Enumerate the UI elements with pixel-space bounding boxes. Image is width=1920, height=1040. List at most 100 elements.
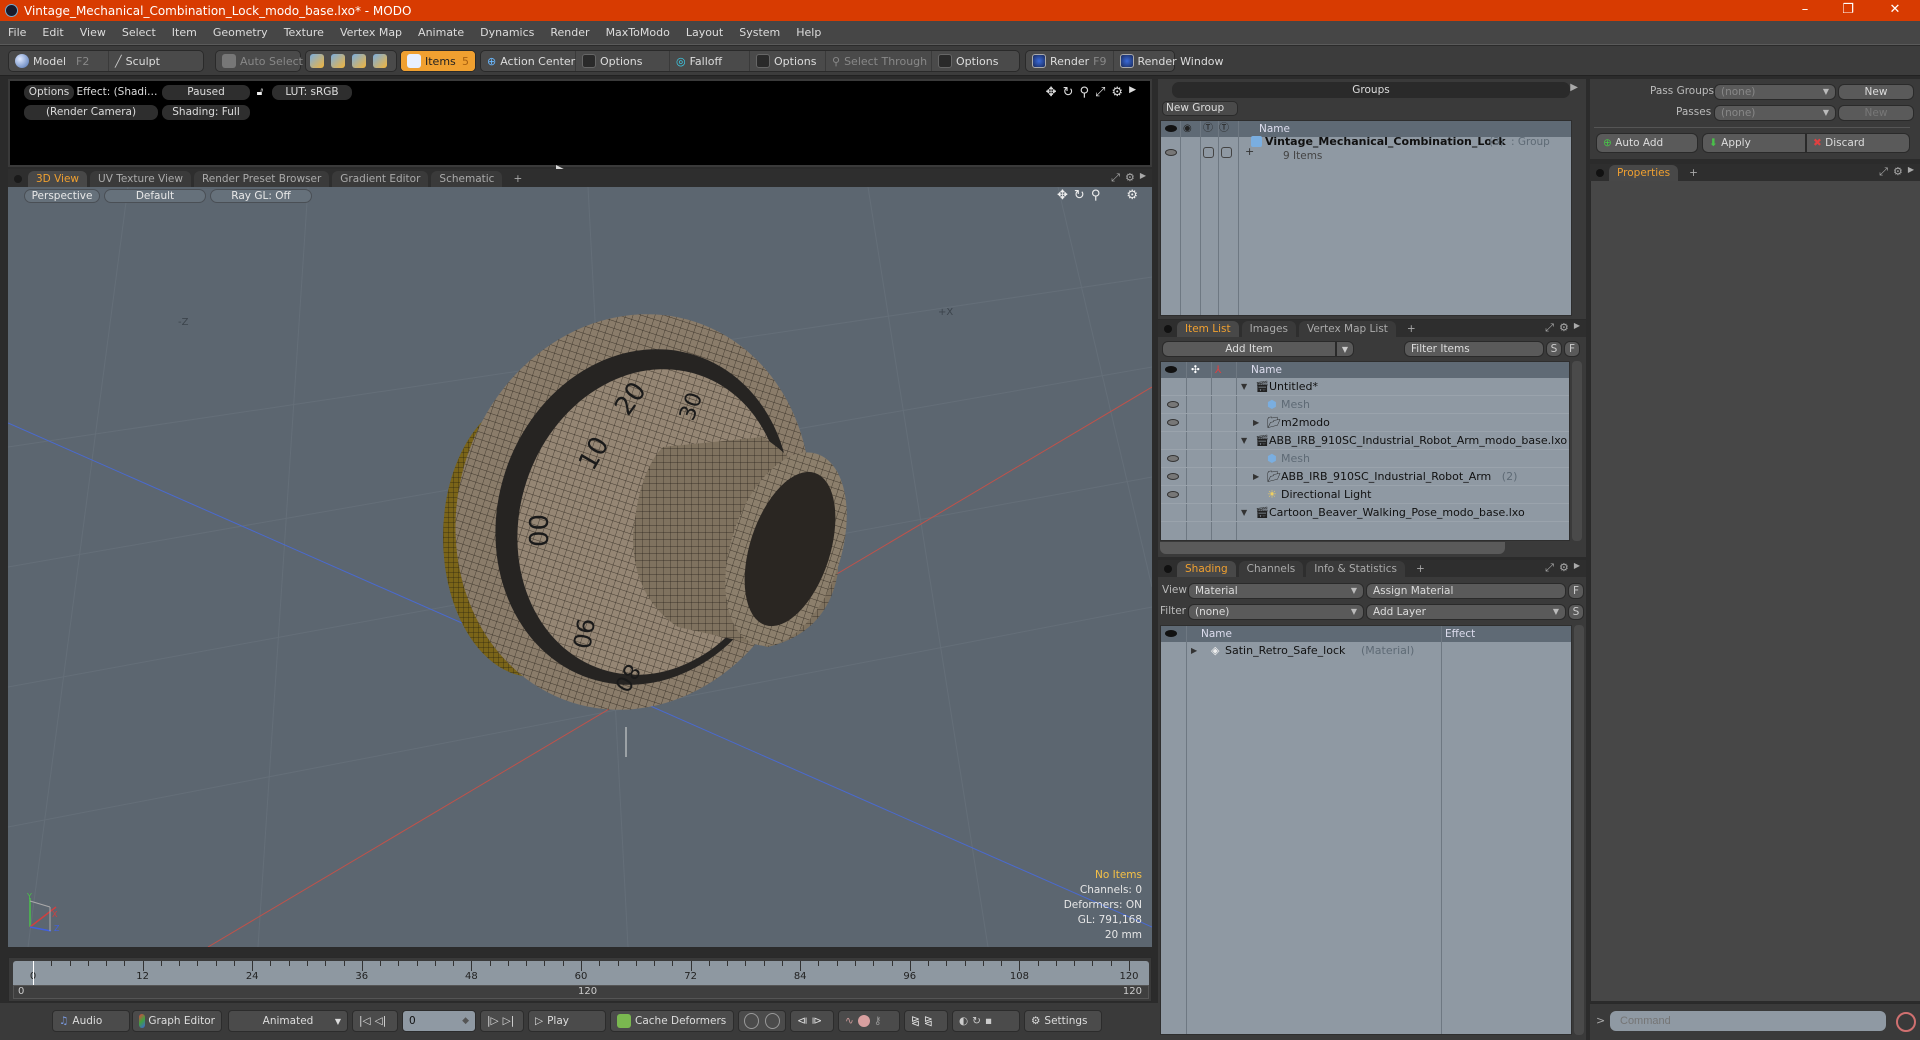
lut-dropdown[interactable]: LUT: sRGB [272,85,352,100]
expand-arrow-icon[interactable]: ▶ [1574,321,1580,335]
menu-animate[interactable]: Animate [410,26,472,39]
zoom-icon[interactable]: ⚲ [1091,188,1101,203]
visibility-eye-icon[interactable] [1167,491,1179,498]
item-list-row[interactable]: ▼ 🎬︎ Untitled* [1161,378,1569,396]
pan-icon[interactable]: ✥ [1046,85,1057,100]
record-macro-icon[interactable] [1896,1012,1916,1032]
maximize-icon[interactable]: ⤢ [1095,85,1105,100]
step-forward-icon[interactable]: |▷ [487,1015,499,1027]
group-row[interactable]: + Vintage_Mechanical_Combination_Lock (3… [1161,135,1571,171]
menu-system[interactable]: System [731,26,788,39]
tab-3d-view[interactable]: 3D View [28,171,88,187]
item-list[interactable]: ✣ ⅄ Name ▼ 🎬︎ Untitled* ⬢ Mesh ▶ 📂︎ m2modo ▼ 🎬︎ AB… [1160,361,1570,541]
add-item-dropdown[interactable]: ▼ [1336,341,1354,357]
gear-icon[interactable]: ⚙ [1111,85,1123,100]
prev-keyframe-icon[interactable]: ⧏ [797,1015,808,1027]
s-toggle-button[interactable]: S [1568,604,1584,620]
restore-button[interactable]: ❐ [1828,0,1868,21]
add-item-button[interactable]: Add Item [1162,341,1336,357]
menu-vertex-map[interactable]: Vertex Map [332,26,410,39]
expand-arrow-icon[interactable]: ▶ [1574,561,1580,575]
render-camera-dropdown[interactable]: (Render Camera) [24,105,158,120]
item-list-row[interactable]: ⬢ Mesh [1161,450,1569,468]
item-list-vertical-scrollbar[interactable] [1572,361,1582,541]
menu-item[interactable]: Item [164,26,205,39]
visibility-eye-icon[interactable] [1167,455,1179,462]
menu-texture[interactable]: Texture [276,26,332,39]
visibility-eye-icon[interactable] [1167,401,1179,408]
maximize-icon[interactable]: ⤢ [1879,165,1888,179]
item-list-row[interactable]: ⬢ Mesh [1161,396,1569,414]
f-toggle-button[interactable]: F [1564,341,1580,357]
pass-groups-dropdown[interactable]: (none) ▼ [1714,84,1836,100]
animated-dropdown[interactable]: Animated ▼ [228,1010,348,1032]
add-tab-button[interactable]: + [505,171,530,187]
cache-deformers-button[interactable]: Cache Deformers [610,1010,734,1032]
select-column-icon[interactable]: Ⓣ [1219,121,1229,137]
maximize-icon[interactable]: ⤢ [1545,321,1554,335]
filter-items-input[interactable]: Filter Items [1404,341,1544,357]
item-list-horizontal-scrollbar[interactable] [1160,542,1505,554]
sculpt-mode-button[interactable]: ╱ Sculpt [109,51,166,71]
gear-icon[interactable]: ⚙ [1125,171,1135,185]
tab-gradient-editor[interactable]: Gradient Editor [332,171,429,187]
preview-options-button[interactable]: Options [24,85,74,100]
minimize-button[interactable]: – [1785,0,1825,21]
s-toggle-button[interactable]: S [1546,341,1562,357]
materials-mode-icon[interactable] [373,54,387,68]
shader-tree[interactable]: Name Effect ▶ ◈ Satin_Retro_Safe_lock (M… [1160,625,1572,1035]
gear-icon[interactable]: ⚙ [1559,561,1569,575]
menu-render[interactable]: Render [542,26,597,39]
timeline-range-bar[interactable]: 0 120 120 [13,985,1149,999]
lock-icon[interactable]: 🔓︎ [253,85,267,100]
skip-to-start-icon[interactable]: |◁ [359,1015,371,1027]
key-cycle-icon[interactable]: ↻ [972,1015,981,1027]
shader-tree-scrollbar[interactable] [1574,625,1584,1035]
tab-images[interactable]: Images [1241,321,1296,337]
items-mode-button[interactable]: Items 5 [401,51,475,71]
render-window-button[interactable]: Render Window [1114,51,1230,71]
render-column-icon[interactable]: ◉ [1183,121,1192,137]
tab-schematic[interactable]: Schematic [431,171,503,187]
collapse-arrow-icon[interactable]: ▼ [1241,432,1247,450]
tab-render-preset-browser[interactable]: Render Preset Browser [193,171,330,187]
view-dropdown[interactable]: Material ▼ [1188,583,1364,599]
rotate-icon[interactable]: ↻ [1063,85,1074,100]
item-list-row[interactable]: ☀ Directional Light [1161,486,1569,504]
visibility-eye-icon[interactable] [1167,473,1179,480]
pan-icon[interactable]: ✥ [1057,188,1068,203]
action-center-options-button[interactable]: Options [576,51,670,71]
add-tab-button[interactable]: + [1399,321,1424,337]
next-keyframe-icon[interactable]: ⧐ [812,1015,823,1027]
graph-editor-button[interactable]: Graph Editor [132,1010,222,1032]
visibility-column-icon[interactable] [1165,125,1177,132]
item-list-row[interactable]: ▼ 🎬︎ Cartoon_Beaver_Walking_Pose_modo_base… [1161,504,1569,522]
menu-geometry[interactable]: Geometry [205,26,276,39]
render-button[interactable]: Render F9 [1026,51,1114,71]
3d-viewport[interactable]: -Z +X 20 30 10 00 90 80 Perspective Defa… [8,187,1152,947]
groups-list[interactable]: ◉ Ⓣ Ⓣ Name + Vintage_Mechanical_Combinat… [1160,120,1572,316]
lock-column-icon[interactable]: Ⓣ [1203,121,1213,137]
frame-input[interactable]: 0 ◆ [402,1010,476,1032]
menu-file[interactable]: File [0,26,34,39]
key-all-icon[interactable]: ⚷ [874,1015,882,1027]
projection-dropdown[interactable]: Perspective [24,189,100,203]
auto-select-button[interactable]: Auto Select [216,51,309,71]
step-back-icon[interactable]: ◁| [375,1015,387,1027]
discard-button[interactable]: ✖ Discard [1806,133,1910,153]
playhead[interactable] [33,961,34,985]
zoom-icon[interactable]: ⚲ [1079,85,1089,100]
polygons-mode-icon[interactable] [352,54,366,68]
vertices-mode-icon[interactable] [310,54,324,68]
new-group-button[interactable]: New Group [1162,101,1238,116]
play-button[interactable]: ▷ Play [528,1010,606,1032]
settings-button[interactable]: ⚙ Settings [1024,1010,1102,1032]
key-move-icon[interactable]: ◐ [959,1015,968,1027]
select-checkbox[interactable] [1221,147,1232,158]
expand-arrow-icon[interactable]: ▶ [1129,85,1136,100]
timeline[interactable]: 0 12 24 36 48 60 72 84 96 108 120 0 120 120 [8,957,1152,1002]
select-through-options-button[interactable]: Options [932,51,1017,71]
maximize-icon[interactable]: ⤢ [1111,171,1120,185]
expand-arrow-icon[interactable]: ▶ [1253,414,1259,432]
visibility-column-icon[interactable] [1165,630,1177,637]
